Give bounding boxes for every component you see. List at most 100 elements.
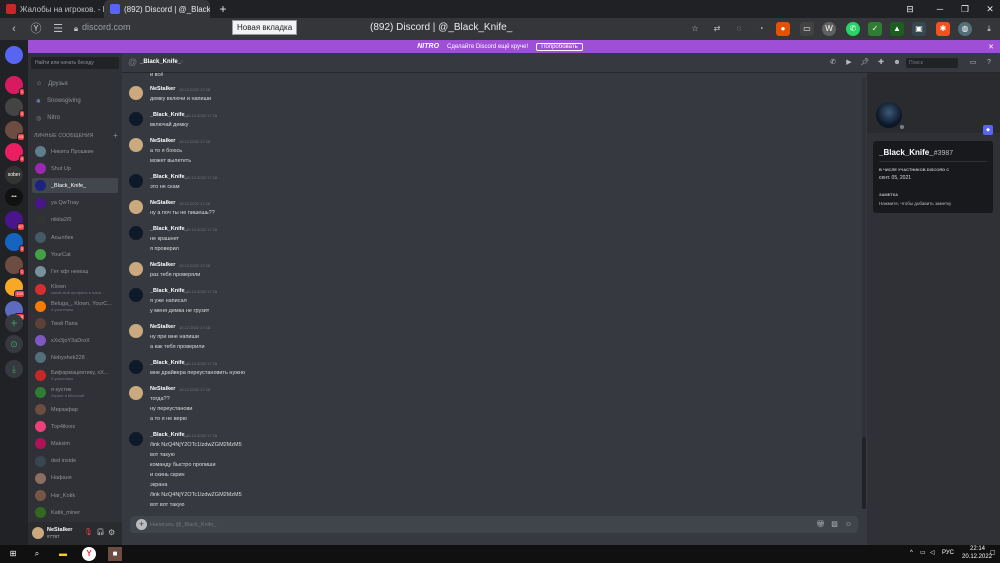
clock-time[interactable]: 22:14: [970, 546, 985, 552]
dm-item[interactable]: ded inside: [32, 454, 118, 469]
tray-up-icon[interactable]: ^: [910, 550, 913, 556]
message-author[interactable]: NeStalker: [150, 324, 175, 330]
message-author[interactable]: NeStalker: [150, 200, 175, 206]
download-apps-icon[interactable]: ⤓: [5, 360, 23, 378]
ext-orange-icon[interactable]: ●: [776, 22, 790, 36]
message-author[interactable]: _Black_Knife_: [150, 288, 188, 294]
help-icon[interactable]: ?: [984, 58, 994, 68]
message-author[interactable]: NeStalker: [150, 262, 175, 268]
new-tab-button[interactable]: +: [216, 2, 230, 16]
shield-icon[interactable]: ✓: [868, 22, 882, 36]
server-icon[interactable]: 43: [5, 120, 25, 141]
explore-servers-icon[interactable]: ⊙: [5, 335, 23, 353]
avatar[interactable]: [32, 527, 44, 539]
translate-icon[interactable]: ⇄: [710, 22, 724, 36]
avatar[interactable]: [129, 226, 143, 240]
home-discord-icon[interactable]: [5, 46, 23, 64]
sticker-icon[interactable]: ▨: [830, 520, 839, 529]
dm-item[interactable]: я кустик Играет в Minecraft: [32, 385, 118, 400]
gift-icon[interactable]: 🎁︎: [816, 520, 825, 529]
dm-item[interactable]: _Black_Knife_: [32, 178, 118, 194]
nitro-try-button[interactable]: Попробовать: [536, 42, 583, 51]
language-indicator[interactable]: РУС: [942, 550, 954, 556]
download-icon[interactable]: ⤓: [982, 22, 996, 36]
chat-icon[interactable]: ◌: [732, 22, 746, 36]
dm-item[interactable]: Мирзафар: [32, 402, 118, 417]
avatar[interactable]: [129, 360, 143, 374]
dm-item[interactable]: Klown какой-мой профиль и напи...: [32, 282, 118, 297]
server-icon[interactable]: 1: [5, 255, 25, 276]
search-icon[interactable]: ⌕: [30, 547, 44, 561]
message-author[interactable]: NeStalker: [150, 138, 175, 144]
url-field[interactable]: discord.com: [82, 22, 131, 32]
server-icon[interactable]: 4: [5, 143, 25, 163]
avatar[interactable]: [129, 324, 143, 338]
attach-icon[interactable]: +: [136, 519, 147, 530]
emoji-icon[interactable]: ☺: [844, 520, 853, 529]
avatar[interactable]: [129, 288, 143, 302]
dm-item[interactable]: Бифармацевтику, хХ... 3 участника: [32, 368, 118, 383]
nav-snowsgiving[interactable]: ❄ Snowsgiving: [32, 94, 118, 108]
nav-nitro[interactable]: ◎ Nitro: [32, 111, 118, 125]
clock-date[interactable]: 20.12.2022: [962, 554, 992, 560]
ext-green-icon[interactable]: ▲: [890, 22, 904, 36]
restore-icon[interactable]: ❐: [955, 0, 975, 18]
network-icon[interactable]: ▭: [920, 549, 926, 556]
dm-item[interactable]: Твой Папа: [32, 316, 118, 331]
ext-colorful-icon[interactable]: ✱: [936, 22, 950, 36]
windows-start-icon[interactable]: ⊞: [6, 547, 20, 561]
message-author[interactable]: _Black_Knife_: [150, 360, 188, 366]
create-dm-icon[interactable]: +: [113, 131, 118, 140]
server-icon[interactable]: 3: [5, 233, 25, 253]
dm-item[interactable]: Beluga_, Klown, YourC... 4 участника: [32, 299, 118, 314]
dm-item[interactable]: xXx3joY3aDroX: [32, 333, 118, 348]
inbox-icon[interactable]: ▭: [968, 58, 978, 68]
ext-screen-icon[interactable]: ▣: [912, 22, 926, 36]
dm-item[interactable]: Shut Up: [32, 161, 118, 176]
add-server-icon[interactable]: +: [5, 314, 23, 332]
avatar[interactable]: [129, 386, 143, 400]
bookmark-star-icon[interactable]: ☆: [688, 22, 702, 36]
server-icon[interactable]: 1: [5, 75, 25, 96]
dm-item[interactable]: Нафаня: [32, 471, 118, 486]
dm-item[interactable]: Maksim: [32, 436, 118, 451]
browser-tab-complaints[interactable]: Жалобы на игроков. - Rc ✕: [0, 0, 104, 18]
ext-gray-icon[interactable]: ◔: [754, 22, 768, 36]
server-icon[interactable]: 57: [5, 210, 25, 231]
video-call-icon[interactable]: ▶: [844, 58, 854, 68]
volume-icon[interactable]: ◁: [930, 549, 935, 556]
ext-globe-icon[interactable]: ◍: [958, 22, 972, 36]
ext-monitor-icon[interactable]: ▭: [800, 22, 814, 36]
avatar[interactable]: [129, 112, 143, 126]
close-banner-icon[interactable]: ✕: [988, 43, 994, 51]
message-author[interactable]: NeStalker: [150, 386, 175, 392]
add-friends-icon[interactable]: ✚: [876, 58, 886, 68]
settings-gear-icon[interactable]: ⚙: [108, 528, 115, 537]
dm-item[interactable]: Katik_miner: [32, 505, 118, 520]
pinned-icon[interactable]: 📌︎: [860, 58, 870, 68]
chat-search-input[interactable]: Поиск: [906, 58, 958, 68]
notifications-icon[interactable]: ▢: [990, 549, 996, 556]
avatar[interactable]: [129, 432, 143, 446]
minecraft-icon[interactable]: ■: [108, 547, 122, 561]
window-close-icon[interactable]: ✕: [980, 0, 1000, 18]
tabs-menu-icon[interactable]: ⊟: [900, 0, 920, 18]
nav-friends[interactable]: ☺ Друзья: [32, 77, 118, 91]
dm-item[interactable]: YourCat: [32, 247, 118, 262]
message-author[interactable]: _Black_Knife_: [150, 432, 188, 438]
dm-item[interactable]: Har_Kotik: [32, 488, 118, 503]
dm-item[interactable]: nikita2/0: [32, 213, 118, 228]
voice-call-icon[interactable]: ✆: [828, 58, 838, 68]
server-icon[interactable]: 150: [5, 278, 25, 298]
back-icon[interactable]: ‹: [6, 21, 22, 37]
dm-search-input[interactable]: Найти или начать беседу: [31, 57, 119, 69]
profile-toggle-icon[interactable]: ☻: [892, 58, 902, 68]
dm-item[interactable]: Асылбек: [32, 230, 118, 245]
minimize-icon[interactable]: ─: [930, 0, 950, 18]
note-input[interactable]: Нажмите, чтобы добавить заметку: [879, 201, 951, 206]
avatar[interactable]: [129, 86, 143, 100]
avatar[interactable]: [129, 262, 143, 276]
server-icon[interactable]: 3: [5, 98, 25, 118]
dm-item[interactable]: Nebyshek228: [32, 350, 118, 365]
avatar[interactable]: [129, 138, 143, 152]
